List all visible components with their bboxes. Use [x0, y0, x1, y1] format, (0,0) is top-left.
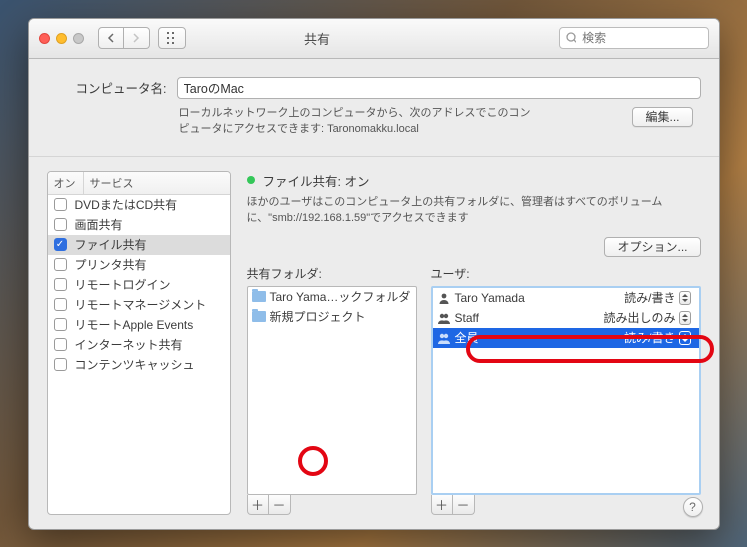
content: コンピュータ名: ローカルネットワーク上のコンピュータから、次のアドレスでこのコ… [29, 59, 719, 529]
computer-name-desc: ローカルネットワーク上のコンピュータから、次のアドレスでこのコンピュータにアクセ… [179, 105, 539, 138]
computer-name-hostname: Taronomakku.local [327, 123, 419, 135]
service-checkbox[interactable] [54, 318, 67, 331]
add-folder-button[interactable]: ＋ [248, 495, 269, 514]
user-row[interactable]: 全員 読み/書き [433, 328, 699, 348]
sharing-prefpane-window: 共有 コンピュータ名: ローカルネットワーク上のコンピュータから、次のアドレスで… [28, 18, 720, 530]
stepper-icon [679, 291, 691, 305]
user-row[interactable]: Taro Yamada 読み/書き [433, 288, 699, 308]
options-button[interactable]: オプション... [604, 237, 700, 257]
search-input[interactable] [580, 30, 701, 46]
service-row[interactable]: DVDまたはCD共有 [48, 195, 230, 215]
service-detail: ファイル共有: オン ほかのユーザはこのコンピュータ上の共有フォルダに、管理者は… [247, 171, 701, 515]
user-row[interactable]: Staff 読み出しのみ [433, 308, 699, 328]
service-label: インターネット共有 [75, 336, 183, 353]
service-label: プリンタ共有 [75, 256, 147, 273]
permission-label: 読み/書き [624, 329, 675, 346]
divider [29, 156, 719, 157]
status-dot-icon [247, 176, 255, 184]
permission-label: 読み出しのみ [603, 309, 675, 326]
services-panel: オン サービス DVDまたはCD共有画面共有ファイル共有プリンタ共有リモートログ… [47, 171, 231, 515]
service-label: DVDまたはCD共有 [75, 196, 178, 213]
help-button[interactable]: ? [683, 497, 703, 517]
close-icon[interactable] [39, 33, 50, 44]
users-list[interactable]: Taro Yamada 読み/書き Staff 読み出しのみ全員 読み/書き [431, 286, 701, 495]
zoom-icon [73, 33, 84, 44]
status-line: ファイル共有: オン [247, 171, 701, 190]
computer-name-input[interactable] [177, 77, 701, 99]
service-label: リモートマネージメント [75, 296, 207, 313]
service-row[interactable]: リモートマネージメント [48, 295, 230, 315]
folders-add-remove: ＋ － [247, 495, 291, 515]
users-add-remove: ＋ － [431, 495, 475, 515]
person-icon [437, 291, 451, 305]
service-checkbox[interactable] [54, 218, 67, 231]
computer-name-label: コンピュータ名: [47, 78, 167, 97]
folder-icon [252, 311, 266, 322]
lists: 共有フォルダ: Taro Yama…ックフォルダ新規プロジェクト ＋ － ユーザ… [247, 265, 701, 515]
service-label: リモートログイン [75, 276, 171, 293]
toolbar: 共有 [29, 19, 719, 59]
service-label: コンテンツキャッシュ [75, 356, 195, 373]
services-header-on: オン [48, 172, 84, 194]
shared-folders-list[interactable]: Taro Yama…ックフォルダ新規プロジェクト [247, 286, 417, 495]
service-checkbox[interactable] [54, 338, 67, 351]
panes: オン サービス DVDまたはCD共有画面共有ファイル共有プリンタ共有リモートログ… [47, 171, 701, 515]
computer-name-row: コンピュータ名: [47, 77, 701, 99]
minimize-icon[interactable] [56, 33, 67, 44]
services-list[interactable]: DVDまたはCD共有画面共有ファイル共有プリンタ共有リモートログインリモートマネ… [48, 195, 230, 514]
users-label: ユーザ: [431, 265, 701, 282]
user-label: Staff [455, 311, 479, 325]
service-row[interactable]: プリンタ共有 [48, 255, 230, 275]
users-column: ユーザ: Taro Yamada読み/書きStaff読み出しのみ全員読み/書き … [431, 265, 701, 515]
service-label: ファイル共有 [75, 236, 147, 253]
service-checkbox[interactable] [54, 198, 67, 211]
permission-popup[interactable]: 読み/書き [624, 329, 694, 346]
services-header: オン サービス [48, 172, 230, 195]
service-checkbox[interactable] [54, 358, 67, 371]
user-label: 全員 [455, 329, 479, 346]
add-user-button[interactable]: ＋ [432, 495, 453, 514]
permission-popup[interactable]: 読み/書き [624, 289, 694, 306]
permission-label: 読み/書き [624, 289, 675, 306]
search-icon [566, 32, 577, 44]
permission-popup[interactable]: 読み出しのみ [603, 309, 694, 326]
service-row[interactable]: ファイル共有 [48, 235, 230, 255]
search-field[interactable] [559, 27, 709, 49]
folder-label: 新規プロジェクト [270, 308, 366, 325]
service-label: リモートApple Events [75, 316, 194, 333]
service-checkbox[interactable] [54, 298, 67, 311]
service-checkbox[interactable] [54, 258, 67, 271]
remove-folder-button[interactable]: － [269, 495, 290, 514]
status-title: ファイル共有: オン [263, 171, 370, 190]
group-icon [437, 311, 451, 325]
stepper-icon [679, 311, 691, 325]
user-label: Taro Yamada [455, 291, 525, 305]
remove-user-button[interactable]: － [453, 495, 474, 514]
group-icon [437, 331, 451, 345]
folder-row[interactable]: Taro Yama…ックフォルダ [248, 287, 416, 307]
service-checkbox[interactable] [54, 238, 67, 251]
service-row[interactable]: インターネット共有 [48, 335, 230, 355]
page-title: 共有 [84, 29, 551, 48]
services-header-service: サービス [84, 172, 140, 194]
status-desc: ほかのユーザはこのコンピュータ上の共有フォルダに、管理者はすべてのボリュームに、… [247, 194, 677, 227]
service-label: 画面共有 [75, 216, 123, 233]
service-row[interactable]: 画面共有 [48, 215, 230, 235]
stepper-icon [679, 331, 691, 345]
folder-row[interactable]: 新規プロジェクト [248, 307, 416, 327]
service-checkbox[interactable] [54, 278, 67, 291]
folder-icon [252, 291, 266, 302]
service-row[interactable]: リモートApple Events [48, 315, 230, 335]
service-row[interactable]: コンテンツキャッシュ [48, 355, 230, 375]
service-row[interactable]: リモートログイン [48, 275, 230, 295]
edit-hostname-button[interactable]: 編集... [632, 107, 692, 127]
folder-label: Taro Yama…ックフォルダ [270, 288, 411, 305]
window-controls [39, 33, 84, 44]
shared-folders-label: 共有フォルダ: [247, 265, 417, 282]
shared-folders-column: 共有フォルダ: Taro Yama…ックフォルダ新規プロジェクト ＋ － [247, 265, 417, 515]
